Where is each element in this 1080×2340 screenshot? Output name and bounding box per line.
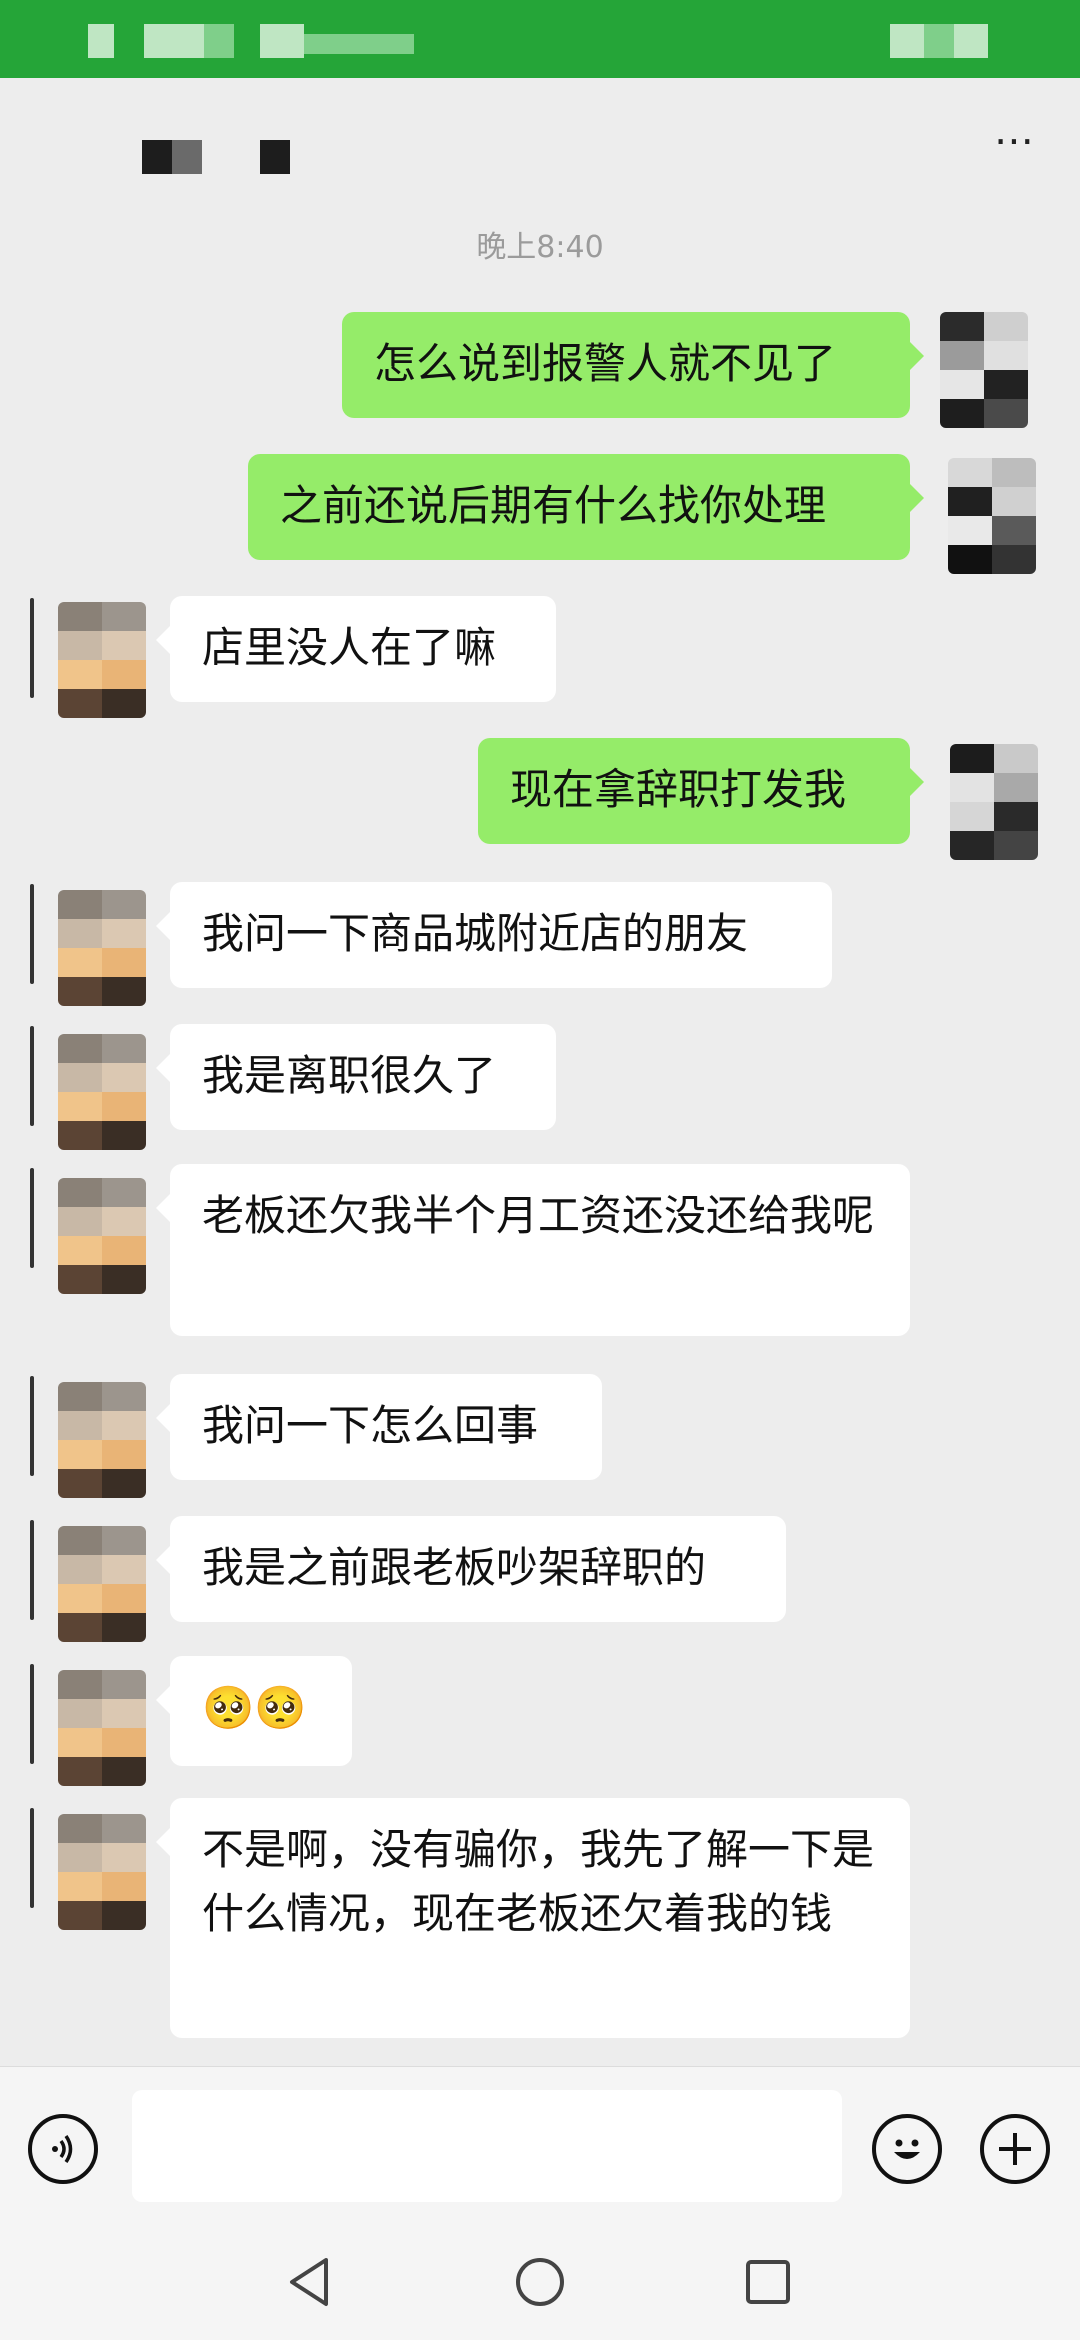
status-mosaic: [204, 24, 234, 58]
contact-name-pixelated: [142, 140, 292, 174]
avatar-edge: [30, 1376, 34, 1476]
chat-header: [0, 78, 1080, 198]
status-mosaic: [260, 24, 304, 58]
contact-avatar[interactable]: [58, 1178, 146, 1294]
status-mosaic: [88, 24, 114, 58]
voice-icon-glyph: [52, 2135, 73, 2163]
message-bubble-received[interactable]: 不是啊，没有骗你，我先了解一下是什么情况，现在老板还欠着我的钱: [156, 1798, 910, 2038]
status-mosaic: [954, 24, 988, 58]
status-mosaic: [144, 24, 204, 58]
message-bubble-sent[interactable]: 怎么说到报警人就不见了: [342, 312, 924, 418]
contact-avatar[interactable]: [58, 890, 146, 1006]
contact-avatar[interactable]: [58, 602, 146, 718]
message-bubble-received[interactable]: 我是之前跟老板吵架辞职的: [156, 1516, 786, 1622]
contact-avatar[interactable]: [58, 1034, 146, 1150]
my-avatar[interactable]: [948, 458, 1036, 574]
avatar-edge: [30, 598, 34, 698]
avatar-edge: [30, 1168, 34, 1268]
status-mosaic: [924, 24, 954, 58]
avatar-edge: [30, 1664, 34, 1764]
avatar-edge: [30, 1808, 34, 1908]
recents-icon[interactable]: [740, 2254, 796, 2310]
plus-icon[interactable]: [980, 2114, 1050, 2184]
avatar-edge: [30, 1026, 34, 1126]
plus-icon-glyph: [999, 2133, 1031, 2165]
voice-icon[interactable]: [28, 2114, 98, 2184]
more-options-icon[interactable]: ⋯: [994, 118, 1036, 164]
avatar-edge: [30, 1520, 34, 1620]
status-mosaic: [890, 24, 924, 58]
status-mosaic: [304, 34, 414, 54]
contact-avatar[interactable]: [58, 1526, 146, 1642]
status-bar: [0, 0, 1080, 78]
my-avatar[interactable]: [950, 744, 1038, 860]
message-bubble-received[interactable]: 店里没人在了嘛: [156, 596, 556, 702]
message-bubble-sent[interactable]: 之前还说后期有什么找你处理: [248, 454, 924, 560]
message-timestamp: 晚上8:40: [476, 230, 604, 265]
back-icon[interactable]: [282, 2254, 338, 2310]
message-bubble-sent[interactable]: 现在拿辞职打发我: [478, 738, 924, 844]
message-bubble-received[interactable]: 我问一下怎么回事: [156, 1374, 602, 1480]
contact-avatar[interactable]: [58, 1814, 146, 1930]
my-avatar[interactable]: [940, 312, 1028, 428]
avatar-edge: [30, 884, 34, 984]
message-input[interactable]: [132, 2090, 842, 2202]
message-bubble-received[interactable]: 我是离职很久了: [156, 1024, 556, 1130]
contact-avatar[interactable]: [58, 1382, 146, 1498]
message-bubble-received[interactable]: 老板还欠我半个月工资还没还给我呢: [156, 1164, 910, 1336]
emoji-icon[interactable]: [872, 2114, 942, 2184]
message-bubble-received[interactable]: 我问一下商品城附近店的朋友: [156, 882, 832, 988]
home-icon[interactable]: [512, 2254, 568, 2310]
emoji-icon-glyph: [894, 2139, 920, 2159]
contact-avatar[interactable]: [58, 1670, 146, 1786]
emoji-message-bubble[interactable]: 🥺🥺: [156, 1656, 352, 1766]
